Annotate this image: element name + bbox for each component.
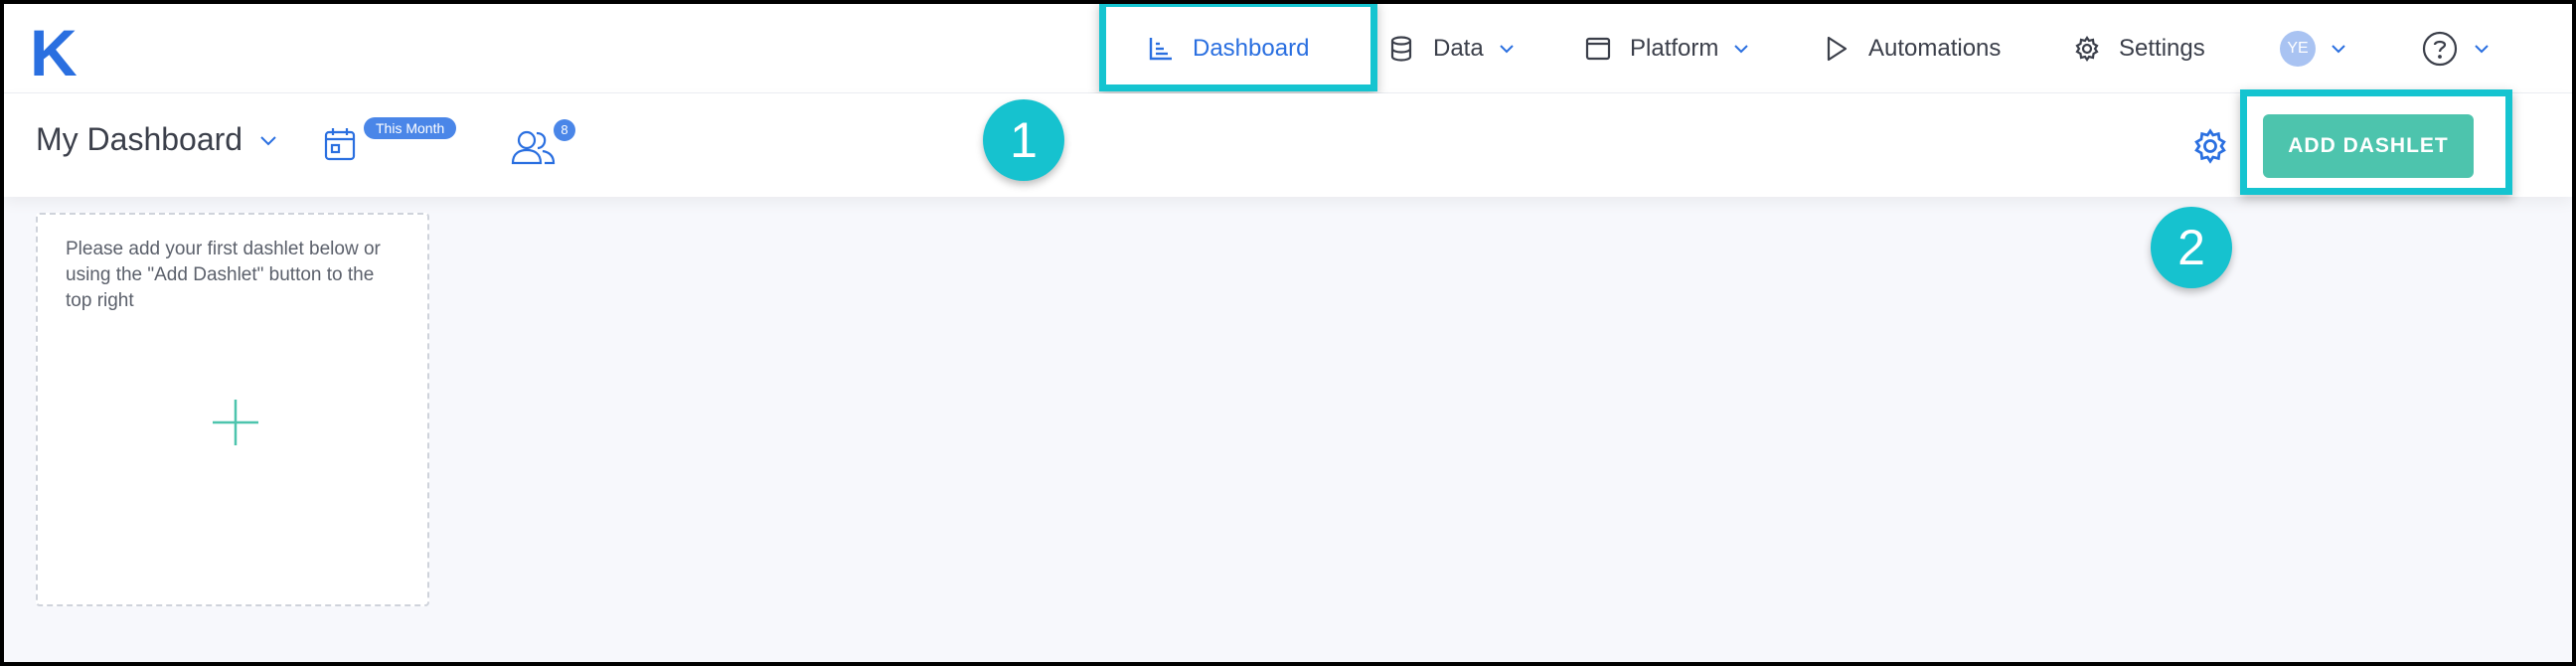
step-marker-2: 2 bbox=[2151, 207, 2232, 288]
nav-data[interactable]: Data bbox=[1387, 4, 1516, 93]
app-window: K Dashboard Data Platform Automations Se… bbox=[4, 4, 2572, 662]
step-marker-1: 1 bbox=[983, 99, 1064, 181]
users-count-badge: 8 bbox=[554, 119, 575, 141]
date-range-button[interactable] bbox=[324, 127, 356, 166]
chevron-down-icon bbox=[1499, 45, 1514, 54]
play-icon bbox=[1823, 35, 1851, 63]
page-title: My Dashboard bbox=[36, 121, 243, 157]
avatar: YE bbox=[2280, 31, 2316, 67]
users-icon bbox=[511, 130, 556, 165]
nav-data-label: Data bbox=[1433, 35, 1484, 62]
database-icon bbox=[1387, 35, 1415, 63]
callout-highlight-add-dashlet bbox=[2240, 89, 2512, 195]
chevron-down-icon bbox=[2475, 45, 2489, 54]
dashboard-toolbar: My Dashboard This Month 8 ADD DASHLET bbox=[4, 89, 2572, 197]
gear-icon bbox=[2073, 35, 2101, 63]
gear-icon bbox=[2194, 128, 2226, 164]
date-range-badge: This Month bbox=[364, 117, 457, 139]
callout-highlight-dashboard bbox=[1099, 4, 1377, 91]
top-navigation: K Dashboard Data Platform Automations Se… bbox=[4, 4, 2572, 93]
nav-automations-label: Automations bbox=[1868, 35, 2002, 62]
brand-logo[interactable]: K bbox=[30, 18, 78, 87]
empty-dashlet-card[interactable]: Please add your first dashlet below or u… bbox=[36, 213, 429, 606]
empty-dashlet-message: Please add your first dashlet below or u… bbox=[66, 239, 381, 311]
dashboard-settings-button[interactable] bbox=[2192, 128, 2228, 169]
plus-icon[interactable] bbox=[213, 400, 258, 445]
user-menu[interactable]: YE bbox=[2280, 4, 2347, 93]
calendar-icon bbox=[324, 128, 356, 161]
nav-platform[interactable]: Platform bbox=[1584, 4, 1750, 93]
dashboard-selector[interactable]: My Dashboard bbox=[36, 121, 278, 158]
nav-settings[interactable]: Settings bbox=[2073, 4, 2205, 93]
nav-settings-label: Settings bbox=[2119, 35, 2205, 62]
nav-platform-label: Platform bbox=[1630, 35, 1719, 62]
chevron-down-icon bbox=[1734, 45, 1749, 54]
users-filter-button[interactable] bbox=[511, 129, 557, 170]
window-icon bbox=[1584, 35, 1612, 63]
nav-automations[interactable]: Automations bbox=[1823, 4, 2001, 93]
help-menu[interactable] bbox=[2421, 4, 2491, 93]
help-icon bbox=[2421, 30, 2459, 68]
chevron-down-icon bbox=[2332, 45, 2345, 54]
chevron-down-icon bbox=[260, 135, 276, 145]
